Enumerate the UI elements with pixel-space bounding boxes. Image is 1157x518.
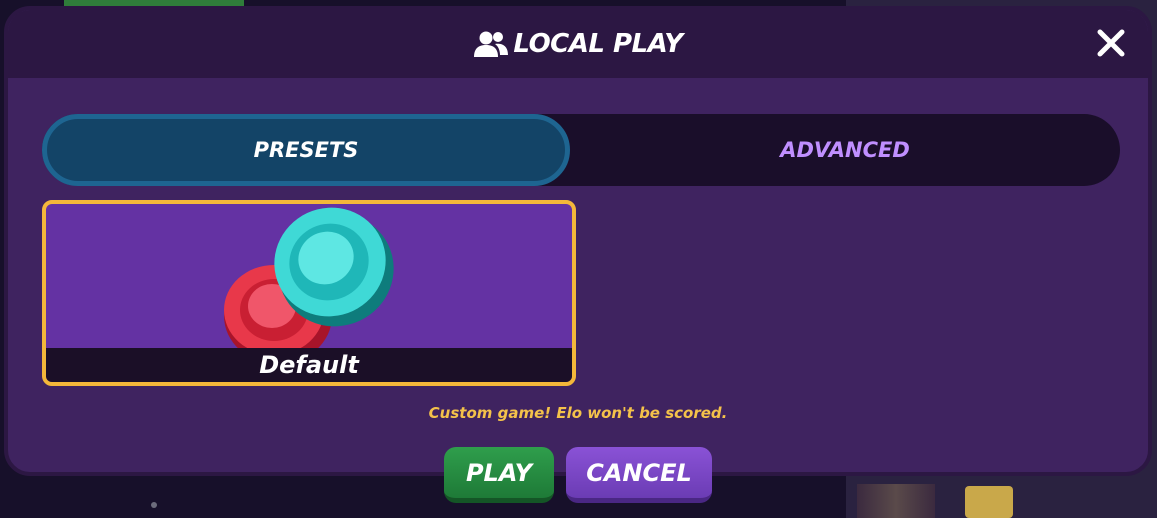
play-button[interactable]: PLAY [444,447,554,503]
cancel-button[interactable]: CANCEL [566,447,712,503]
mode-tabs: PRESETS ADVANCED [42,114,1120,186]
checker-pieces-icon [224,207,394,348]
local-play-modal: LOCAL PLAY PRESETS ADVANCED Default Cust… [4,6,1152,476]
preset-card-default[interactable]: Default [42,200,576,386]
preset-label: Default [259,351,359,379]
cancel-button-label: CANCEL [586,458,692,487]
users-icon [474,31,509,57]
background-dot [151,502,157,508]
tab-presets[interactable]: PRESETS [42,114,570,186]
modal-title-wrap: LOCAL PLAY [473,29,683,59]
tab-advanced-label: ADVANCED [780,138,910,162]
tab-advanced[interactable]: ADVANCED [570,114,1120,186]
background-thumbnail [965,486,1013,518]
tab-presets-label: PRESETS [253,138,359,162]
elo-notice: Custom game! Elo won't be scored. [428,404,728,422]
modal-header: LOCAL PLAY [8,10,1148,78]
preset-label-bar: Default [46,348,572,382]
play-button-label: PLAY [465,458,533,487]
background-thumbnail [857,484,935,518]
modal-title: LOCAL PLAY [513,29,683,59]
close-icon[interactable] [1096,28,1126,58]
